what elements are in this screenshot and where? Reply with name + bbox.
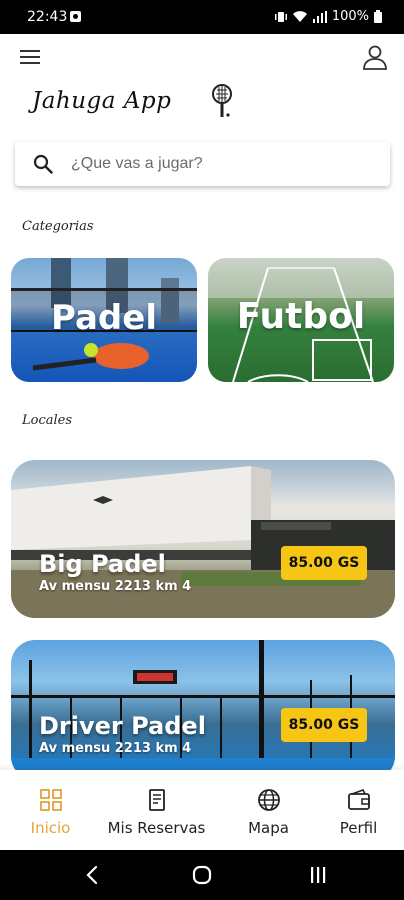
battery-icon <box>374 10 382 23</box>
price-badge: 85.00 GS <box>281 546 367 580</box>
big-padel-image <box>11 466 395 618</box>
grid-icon <box>39 789 62 811</box>
menu-icon[interactable] <box>20 49 40 65</box>
category-title-padel: Padel <box>50 298 157 338</box>
status-time: 22:43 <box>27 9 68 25</box>
local-card-driver-padel[interactable]: Driver Padel Av mensu 2213 km 4 85.00 GS <box>11 640 395 780</box>
bottom-navigation: Inicio Mis Reservas Mapa Perfil <box>0 770 404 850</box>
locales-heading: Locales <box>22 413 73 428</box>
document-icon <box>148 789 165 811</box>
wallet-icon <box>347 789 370 810</box>
status-icons: 100% <box>274 9 382 24</box>
nav-item-perfil[interactable]: Perfil <box>308 788 404 837</box>
user-icon[interactable] <box>362 44 388 70</box>
vibrate-icon <box>274 11 287 22</box>
battery-percentage: 100% <box>331 9 369 24</box>
category-card-padel[interactable]: Padel <box>11 258 197 382</box>
globe-icon <box>257 789 280 811</box>
local-card-big-padel[interactable]: Big Padel Av mensu 2213 km 4 85.00 GS <box>11 460 395 618</box>
price-badge: 85.00 GS <box>281 708 367 742</box>
status-bar: 22:43 100% <box>0 0 404 34</box>
local-name: Big Padel <box>39 550 166 578</box>
local-address: Av mensu 2213 km 4 <box>39 579 192 594</box>
local-name: Driver Padel <box>39 712 206 740</box>
nav-item-mis-reservas[interactable]: Mis Reservas <box>106 788 207 837</box>
nav-label: Inicio <box>30 819 71 837</box>
nav-label: Mapa <box>248 819 289 837</box>
category-title-futbol: Futbol <box>236 296 366 337</box>
nav-label: Perfil <box>339 819 378 837</box>
local-address: Av mensu 2213 km 4 <box>39 741 192 756</box>
back-icon[interactable] <box>84 865 100 885</box>
nav-item-inicio[interactable]: Inicio <box>0 788 101 837</box>
search-input[interactable] <box>71 153 371 175</box>
signal-icon <box>312 10 327 23</box>
search-bar[interactable] <box>15 142 390 186</box>
category-card-futbol[interactable]: Futbol <box>208 258 394 382</box>
home-icon[interactable] <box>192 865 212 885</box>
wifi-icon <box>292 10 307 22</box>
search-icon <box>33 154 53 174</box>
nav-label: Mis Reservas <box>107 819 206 837</box>
app-bar <box>0 34 404 84</box>
gallery-icon <box>70 11 81 22</box>
recents-icon[interactable] <box>308 865 328 885</box>
app-brand-title: Jahuga App <box>32 88 172 114</box>
system-navigation-bar <box>0 850 404 900</box>
nav-item-mapa[interactable]: Mapa <box>218 788 319 837</box>
padel-racket-icon <box>212 84 232 117</box>
categories-heading: Categorias <box>22 219 94 234</box>
